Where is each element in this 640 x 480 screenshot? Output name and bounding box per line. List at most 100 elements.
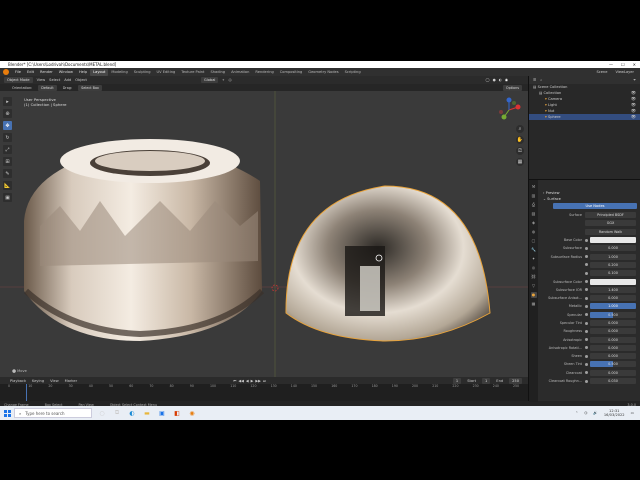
- view-layer-tab-icon[interactable]: ▧: [531, 211, 537, 217]
- physics-tab-icon[interactable]: ◎: [531, 265, 537, 271]
- annotate-tool-icon[interactable]: ✎: [3, 169, 12, 178]
- menu-render[interactable]: Render: [37, 70, 56, 74]
- shader-input-field[interactable]: 0.030: [590, 378, 636, 385]
- menu-view[interactable]: View: [37, 78, 46, 82]
- distribution-dropdown[interactable]: GGX: [585, 220, 636, 227]
- shader-input-field[interactable]: 0.100: [590, 270, 636, 277]
- zoom-icon[interactable]: ⌕: [516, 125, 524, 133]
- material-shading-icon[interactable]: ◐: [499, 78, 502, 82]
- scene-tab-icon[interactable]: ◈: [531, 220, 537, 226]
- play-icon[interactable]: ▶: [251, 379, 254, 383]
- timeline-menu-playback[interactable]: Playback: [10, 379, 26, 383]
- start-frame-field[interactable]: 1: [482, 377, 491, 384]
- socket-dot-icon[interactable]: [585, 296, 588, 300]
- close-icon[interactable]: ✕: [633, 61, 636, 68]
- shader-input-field[interactable]: 0.500: [590, 311, 636, 318]
- tab-geometry-nodes[interactable]: Geometry Nodes: [305, 69, 341, 76]
- network-icon[interactable]: ⌬: [584, 411, 587, 415]
- socket-dot-icon[interactable]: [585, 371, 588, 375]
- add-cube-tool-icon[interactable]: ▣: [3, 193, 12, 202]
- socket-dot-icon[interactable]: [585, 246, 588, 250]
- outliner-type-icon[interactable]: ☰: [533, 78, 536, 82]
- mode-dropdown[interactable]: Object Mode: [4, 77, 33, 83]
- grid-toggle-icon[interactable]: ▦: [516, 158, 524, 166]
- navigation-gizmo-icon[interactable]: [496, 97, 522, 123]
- visibility-eye-icon[interactable]: 👁: [631, 114, 636, 120]
- store-icon[interactable]: ▣: [157, 408, 167, 418]
- cortana-icon[interactable]: ○: [97, 408, 107, 418]
- tray-chevron-icon[interactable]: ⌃: [575, 411, 578, 415]
- socket-dot-icon[interactable]: [585, 346, 588, 350]
- 3d-viewport[interactable]: ▸ ⊕ ✥ ↻ ⤢ ⊞ ✎ 📐 ▣ User Perspective (1) C…: [0, 91, 528, 377]
- shader-input-field[interactable]: [590, 237, 636, 244]
- menu-window[interactable]: Window: [56, 70, 76, 74]
- socket-dot-icon[interactable]: [585, 354, 588, 358]
- shader-input-field[interactable]: 0.000: [590, 353, 636, 360]
- volume-icon[interactable]: 🔊: [593, 411, 597, 415]
- socket-dot-icon[interactable]: [585, 288, 588, 292]
- pan-hand-icon[interactable]: ✋: [516, 136, 524, 144]
- shader-input-field[interactable]: 0.500: [590, 361, 636, 368]
- socket-dot-icon[interactable]: [585, 271, 588, 275]
- menu-edit[interactable]: Edit: [24, 70, 37, 74]
- socket-dot-icon[interactable]: [585, 263, 588, 267]
- socket-dot-icon[interactable]: [585, 304, 588, 308]
- prev-key-icon[interactable]: ◀◀: [238, 379, 244, 383]
- proportional-edit-icon[interactable]: ◎: [228, 78, 231, 82]
- tab-compositing[interactable]: Compositing: [277, 69, 306, 76]
- filter-icon[interactable]: ⏷: [633, 78, 636, 82]
- transform-orientation-dropdown[interactable]: Global: [200, 77, 219, 83]
- tab-sculpting[interactable]: Sculpting: [131, 69, 154, 76]
- orientation-dropdown[interactable]: Default: [38, 84, 57, 91]
- measure-tool-icon[interactable]: 📐: [3, 181, 12, 190]
- socket-dot-icon[interactable]: [585, 379, 588, 383]
- tab-animation[interactable]: Animation: [228, 69, 252, 76]
- tab-layout[interactable]: Layout: [90, 68, 109, 76]
- shader-input-field[interactable]: 0.000: [590, 336, 636, 343]
- shader-input-field[interactable]: 0.000: [590, 328, 636, 335]
- menu-help[interactable]: Help: [76, 70, 90, 74]
- modifier-tab-icon[interactable]: 🔧: [531, 247, 537, 253]
- end-frame-field[interactable]: 250: [509, 377, 522, 384]
- edge-browser-icon[interactable]: ◐: [127, 408, 137, 418]
- socket-dot-icon[interactable]: [585, 238, 588, 242]
- socket-dot-icon[interactable]: [585, 255, 588, 259]
- windows-start-icon[interactable]: [0, 406, 14, 420]
- select-tool-icon[interactable]: ▸: [3, 97, 12, 106]
- timeline-menu-keying[interactable]: Keying: [32, 379, 44, 383]
- minimize-icon[interactable]: —: [609, 61, 613, 68]
- particles-tab-icon[interactable]: ✦: [531, 256, 537, 262]
- render-tab-icon[interactable]: ▥: [531, 193, 537, 199]
- options-button[interactable]: Options: [502, 84, 522, 91]
- socket-dot-icon[interactable]: [585, 329, 588, 333]
- surface-shader-field[interactable]: Principled BSDF: [585, 212, 636, 219]
- shader-input-field[interactable]: [590, 278, 636, 285]
- play-reverse-icon[interactable]: ◀: [246, 379, 249, 383]
- tab-texture-paint[interactable]: Texture Paint: [178, 69, 207, 76]
- tool-tab-icon[interactable]: ⚒: [531, 184, 537, 190]
- rendered-shading-icon[interactable]: ◉: [505, 78, 508, 82]
- rotate-tool-icon[interactable]: ↻: [3, 133, 12, 142]
- shader-input-field[interactable]: 0.000: [590, 369, 636, 376]
- file-explorer-icon[interactable]: ▬: [142, 408, 152, 418]
- shader-input-field[interactable]: 0.000: [590, 295, 636, 302]
- menu-add[interactable]: Add: [64, 78, 71, 82]
- drag-dropdown[interactable]: Select Box: [78, 84, 102, 91]
- socket-dot-icon[interactable]: [585, 362, 588, 366]
- office-icon[interactable]: ◧: [172, 408, 182, 418]
- tab-rendering[interactable]: Rendering: [252, 69, 276, 76]
- tab-shading[interactable]: Shading: [207, 69, 228, 76]
- jump-end-icon[interactable]: ⏭: [263, 379, 266, 383]
- jump-start-icon[interactable]: ⏮: [233, 379, 236, 383]
- timeline-menu-view[interactable]: View: [50, 379, 59, 383]
- next-key-icon[interactable]: ▶▶: [255, 379, 261, 383]
- texture-tab-icon[interactable]: ▦: [531, 301, 537, 307]
- constraints-tab-icon[interactable]: ⛓: [531, 274, 537, 280]
- scene-selector[interactable]: Scene: [596, 70, 607, 74]
- tab-uv-editing[interactable]: UV Editing: [154, 69, 179, 76]
- tab-modeling[interactable]: Modeling: [108, 69, 130, 76]
- camera-view-icon[interactable]: ⎚: [516, 147, 524, 155]
- clock[interactable]: 12:31 16/03/2022: [604, 409, 625, 418]
- object-tab-icon[interactable]: ▢: [531, 238, 537, 244]
- taskbar-search[interactable]: ⌕ Type here to search: [14, 408, 92, 418]
